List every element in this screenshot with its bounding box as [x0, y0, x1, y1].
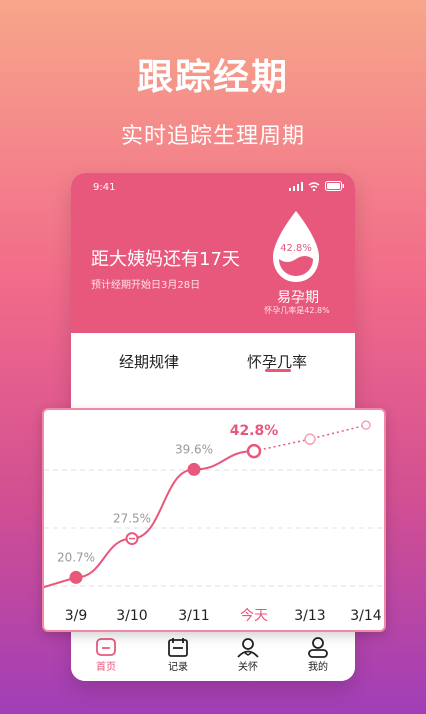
- tab-cycle-pattern[interactable]: 经期规律: [119, 351, 179, 372]
- nav-home[interactable]: 首页: [81, 636, 131, 673]
- status-icons: [289, 181, 345, 191]
- nav-record-label: 记录: [168, 662, 188, 673]
- calendar-icon: [168, 638, 188, 657]
- battery-icon: [325, 181, 344, 191]
- active-tab-indicator: [265, 369, 291, 372]
- cycle-summary-panel: 9:41 距大姨妈还有17天 预计经期开始日3月28日 42.8% 易孕期 怀孕…: [71, 173, 355, 333]
- data-point: [187, 462, 201, 476]
- projected-point: [304, 433, 316, 445]
- data-point: [69, 570, 83, 584]
- pregnancy-chance-chart-card: 20.7% 27.5% 39.6% 42.8% 3/9 3/10 3/11 今天 3/13 3/1…: [42, 408, 386, 632]
- x-tick-label: 今天: [240, 608, 268, 624]
- x-tick-label: 3/11: [178, 608, 209, 624]
- data-label: 39.6%: [175, 442, 213, 456]
- signal-icon: [289, 181, 303, 191]
- user-icon: [308, 637, 328, 658]
- promo-subtitle: 实时追踪生理周期: [120, 124, 305, 149]
- x-tick-label: 3/14: [350, 608, 382, 624]
- pregnancy-chance-chart: 20.7% 27.5% 39.6% 42.8% 3/9 3/10 3/11 今天 3/13 3/1…: [44, 420, 384, 624]
- x-tick-label: 3/10: [116, 608, 147, 624]
- period-countdown: 距大姨妈还有17天: [91, 249, 240, 270]
- fertility-drop: 42.8% 易孕期 怀孕几率是42.8%: [264, 209, 339, 315]
- care-icon: [237, 638, 259, 658]
- home-icon: [96, 638, 116, 656]
- nav-profile[interactable]: 我的: [293, 636, 343, 673]
- nav-record[interactable]: 记录: [153, 636, 203, 673]
- nav-care[interactable]: 关怀: [223, 636, 273, 673]
- projected-point: [361, 420, 371, 430]
- tab-bar: 经期规律 怀孕几率: [71, 333, 355, 393]
- cycle-phase: 易孕期: [277, 290, 319, 306]
- drop-percent: 42.8%: [280, 243, 312, 254]
- x-tick-label: 3/13: [294, 608, 325, 624]
- nav-profile-label: 我的: [308, 662, 328, 673]
- data-label: 42.8%: [230, 423, 279, 439]
- data-point: [246, 443, 262, 459]
- promo-title: 跟踪经期: [136, 57, 289, 98]
- status-time: 9:41: [93, 182, 116, 193]
- data-label: 27.5%: [113, 512, 151, 526]
- data-label: 20.7%: [57, 550, 95, 564]
- bottom-nav: 首页 记录 关怀 我的: [71, 629, 355, 681]
- predicted-start-date: 预计经期开始日3月28日: [91, 280, 201, 291]
- nav-home-label: 首页: [96, 662, 116, 673]
- nav-care-label: 关怀: [238, 662, 258, 673]
- wifi-icon: [308, 181, 320, 191]
- phase-probability: 怀孕几率是42.8%: [264, 306, 330, 315]
- x-tick-label: 3/9: [65, 608, 88, 624]
